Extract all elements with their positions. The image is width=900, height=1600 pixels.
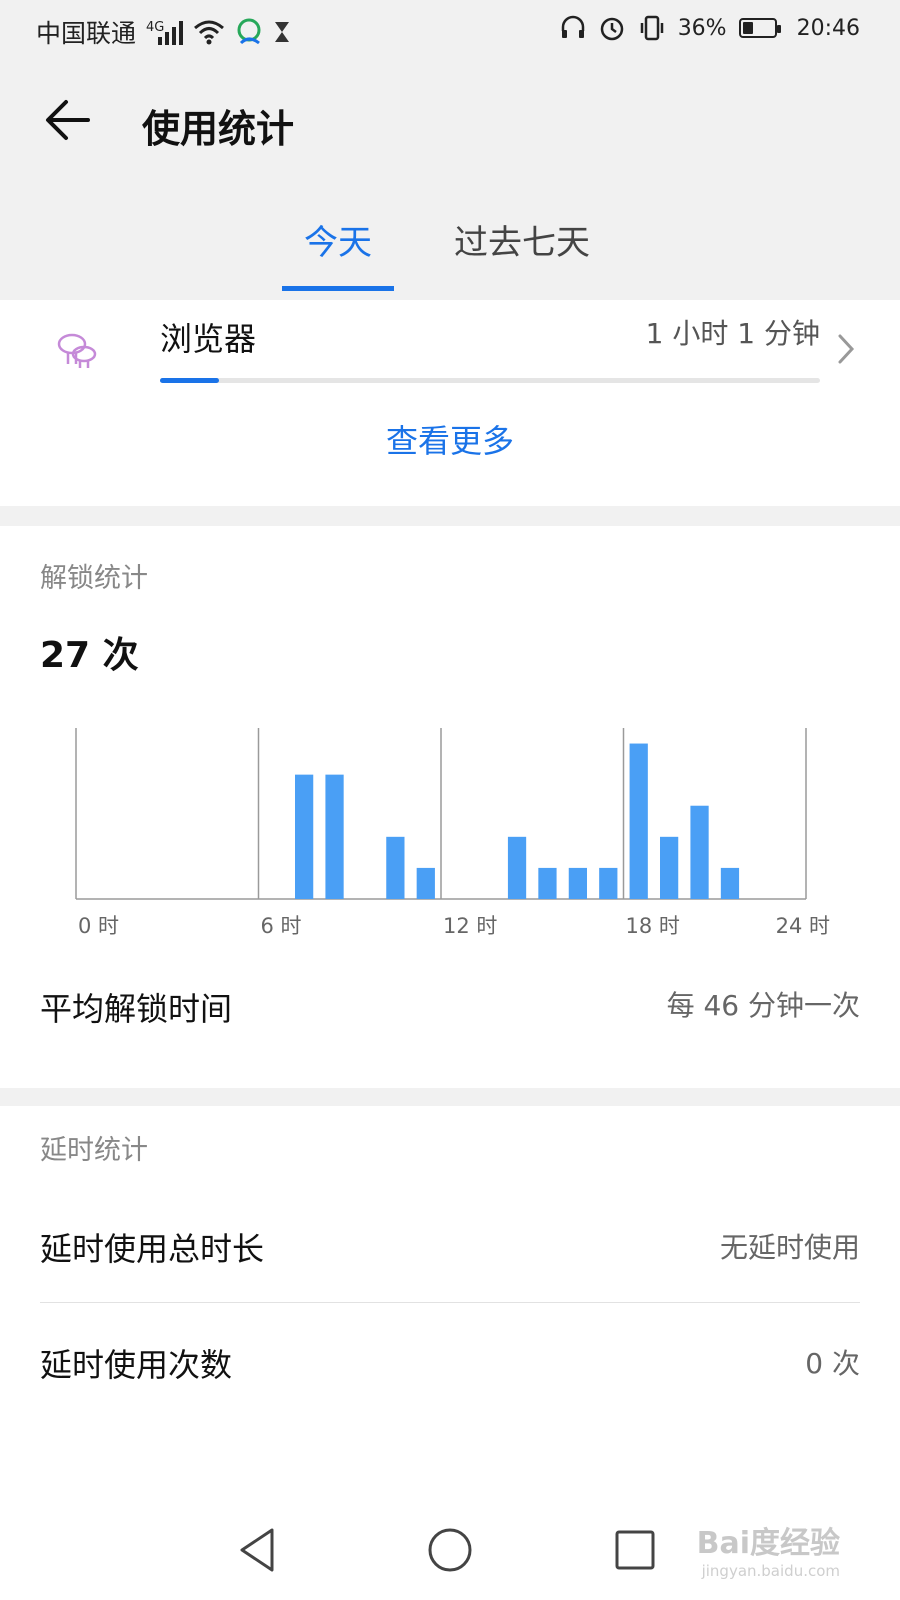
chart-bar	[416, 867, 435, 899]
battery-icon	[738, 18, 781, 38]
triangle-back-icon	[240, 1528, 274, 1572]
tab-today[interactable]: 今天	[282, 215, 394, 291]
chart-tick-label: 24 时	[776, 914, 830, 938]
delay-count-label: 延时使用次数	[40, 1346, 233, 1384]
chart-bar	[568, 867, 587, 899]
assistant-icon	[237, 18, 261, 45]
delay-total-label: 延时使用总时长	[40, 1230, 265, 1268]
usage-progress-fill	[160, 378, 220, 383]
nav-recents-button[interactable]	[605, 1520, 665, 1580]
chart-bar	[660, 836, 679, 899]
network-type: 4G	[146, 20, 165, 35]
back-arrow-icon	[46, 100, 90, 140]
carrier-label: 中国联通	[36, 19, 137, 48]
browser-app-icon	[57, 333, 97, 368]
unlock-section-label: 解锁统计	[40, 563, 148, 594]
app-name: 浏览器	[160, 320, 257, 358]
app-usage-card: 浏览器 1 小时 1 分钟 查看更多	[0, 300, 900, 506]
tab-bar: 今天 过去七天	[0, 195, 900, 295]
delay-total-value: 无延时使用	[719, 1231, 860, 1264]
delay-count-value: 0 次	[805, 1347, 860, 1380]
watermark-brand: Bai度经验	[696, 1526, 840, 1561]
see-more-link[interactable]: 查看更多	[0, 416, 900, 462]
square-recents-icon	[615, 1530, 655, 1570]
app-usage-duration: 1 小时 1 分钟	[645, 317, 820, 350]
signal-icon: 4G	[146, 19, 184, 45]
status-right: 36% 20:46	[560, 14, 860, 42]
unlock-stats-card: 解锁统计 27 次 0 时 6 时 12 时 18 时 24 时 平均解锁时间 每 46…	[0, 526, 900, 1088]
back-button[interactable]	[40, 92, 100, 152]
battery-percent: 36%	[677, 15, 727, 41]
watermark: Bai度经验 jingyan.baidu.com	[697, 1518, 840, 1580]
page-title: 使用统计	[142, 107, 295, 151]
tab-past-seven-days[interactable]: 过去七天	[432, 215, 612, 286]
chart-tick-label: 18 时	[626, 914, 680, 938]
usage-progress-bar	[160, 378, 820, 383]
app-usage-row[interactable]: 浏览器 1 小时 1 分钟	[0, 300, 900, 400]
circle-home-icon	[428, 1528, 472, 1572]
app-bar: 使用统计	[0, 62, 900, 192]
chart-bar	[507, 836, 527, 899]
chart-bar	[538, 867, 557, 899]
row-divider	[40, 1302, 860, 1303]
chart-bar	[720, 867, 740, 899]
chart-bar	[386, 836, 405, 899]
headset-icon	[561, 15, 584, 38]
chart-bar	[295, 774, 314, 899]
avg-unlock-value: 每 46 分钟一次	[666, 989, 860, 1022]
status-bar: 中国联通 4G 36% 20:46	[0, 0, 900, 62]
clock: 20:46	[796, 15, 860, 41]
avg-unlock-label: 平均解锁时间	[40, 990, 233, 1028]
chart-tick-label: 12 时	[443, 914, 497, 938]
alarm-icon	[600, 17, 623, 41]
chart-bar	[629, 743, 648, 899]
chart-bar	[599, 867, 618, 899]
chart-bar	[325, 774, 344, 899]
watermark-url: jingyan.baidu.com	[701, 1562, 840, 1580]
vibrate-icon	[640, 15, 663, 41]
chart-bar	[690, 805, 709, 899]
wifi-icon	[194, 20, 225, 45]
chevron-right-icon	[838, 334, 855, 364]
unlock-hourly-chart: 0 时 6 时 12 时 18 时 24 时	[75, 728, 830, 938]
hourglass-icon	[275, 22, 290, 42]
status-left: 中国联通 4G	[36, 14, 291, 50]
delay-section-label: 延时统计	[40, 1135, 148, 1166]
unlock-count: 27 次	[40, 635, 139, 676]
nav-home-button[interactable]	[420, 1520, 480, 1580]
chart-tick-label: 0 时	[78, 914, 119, 938]
chart-tick-label: 6 时	[261, 914, 302, 938]
nav-back-button[interactable]	[228, 1520, 288, 1580]
